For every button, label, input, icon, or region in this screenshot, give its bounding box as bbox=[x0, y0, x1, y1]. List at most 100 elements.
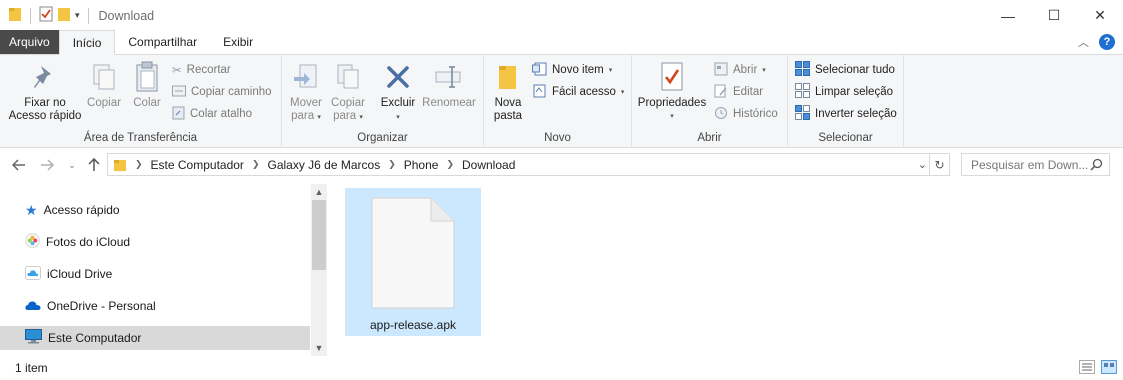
copy-path-button[interactable]: Copiar caminho bbox=[172, 82, 272, 102]
up-arrow-icon[interactable] bbox=[85, 156, 103, 174]
paste-shortcut-icon bbox=[172, 106, 185, 123]
new-folder-button[interactable]: Nova pasta bbox=[488, 59, 528, 123]
breadcrumb-galaxy[interactable]: Galaxy J6 de Marcos bbox=[267, 158, 380, 172]
navigation-bar: ⌄ ❯ Este Computador ❯ Galaxy J6 de Marco… bbox=[0, 148, 1123, 184]
delete-x-icon bbox=[385, 59, 411, 95]
file-icon bbox=[371, 197, 455, 312]
open-group-label: Abrir bbox=[697, 132, 722, 144]
breadcrumb-download[interactable]: Download bbox=[462, 158, 515, 172]
select-group-label: Selecionar bbox=[818, 132, 873, 144]
file-list: app-release.apk bbox=[328, 184, 1123, 356]
onedrive-icon bbox=[25, 299, 41, 314]
history-button[interactable]: Histórico bbox=[714, 104, 778, 124]
tab-arquivo[interactable]: Arquivo bbox=[0, 30, 59, 54]
breadcrumb-phone[interactable]: Phone bbox=[404, 158, 439, 172]
search-input[interactable]: Pesquisar em Down... bbox=[971, 158, 1088, 172]
move-to-button[interactable]: Mover para ▾ bbox=[286, 59, 326, 124]
scroll-up-icon[interactable]: ▲ bbox=[311, 184, 327, 200]
new-group-label: Novo bbox=[544, 132, 571, 144]
delete-button[interactable]: Excluir ▾ bbox=[378, 59, 418, 124]
tab-exibir[interactable]: Exibir bbox=[210, 30, 266, 54]
cut-button[interactable]: ✂ Recortar bbox=[172, 60, 231, 80]
minimize-button[interactable]: — bbox=[985, 0, 1031, 31]
copy-to-icon bbox=[334, 59, 362, 95]
paste-button[interactable]: Colar bbox=[128, 59, 166, 110]
new-item-button[interactable]: Novo item ▾ bbox=[532, 60, 612, 80]
copy-path-icon bbox=[172, 85, 186, 100]
copy-button[interactable]: Copiar bbox=[85, 59, 123, 110]
window-controls: — ☐ ✕ bbox=[985, 0, 1123, 31]
nav-item-quick-access[interactable]: ★ Acesso rápido bbox=[0, 198, 310, 222]
nav-item-icloud-drive[interactable]: iCloud Drive bbox=[0, 262, 310, 286]
select-none-icon bbox=[795, 83, 810, 101]
edit-button[interactable]: Editar bbox=[714, 82, 763, 102]
folder-icon bbox=[8, 6, 22, 25]
copy-to-button[interactable]: Copiar para ▾ bbox=[328, 59, 368, 124]
paste-icon bbox=[134, 59, 160, 95]
computer-icon bbox=[25, 329, 42, 347]
file-item[interactable]: app-release.apk bbox=[345, 188, 481, 336]
paste-shortcut-button[interactable]: Colar atalho bbox=[172, 104, 252, 124]
open-button[interactable]: Abrir ▾ bbox=[714, 60, 766, 80]
quick-access-toolbar: ▾ bbox=[0, 6, 93, 25]
close-button[interactable]: ✕ bbox=[1077, 0, 1123, 31]
invert-selection-button[interactable]: Inverter seleção bbox=[795, 104, 897, 124]
new-folder-icon bbox=[496, 59, 520, 95]
back-arrow-icon[interactable] bbox=[10, 156, 28, 174]
help-icon[interactable]: ? bbox=[1099, 34, 1115, 50]
open-group: Propriedades ▾ Abrir ▾ Editar Histórico … bbox=[632, 55, 788, 148]
large-icons-view-icon[interactable] bbox=[1101, 360, 1117, 377]
invert-selection-icon bbox=[795, 105, 810, 123]
nav-item-onedrive[interactable]: OneDrive - Personal bbox=[0, 294, 310, 318]
recent-locations-chevron-icon[interactable]: ⌄ bbox=[63, 156, 81, 174]
pin-icon bbox=[31, 59, 59, 95]
folder-icon bbox=[113, 158, 127, 172]
item-count: 1 item bbox=[15, 361, 48, 375]
details-view-icon[interactable] bbox=[1079, 360, 1095, 377]
select-all-icon bbox=[795, 61, 810, 79]
new-item-icon bbox=[532, 62, 547, 79]
properties-button[interactable]: Propriedades ▾ bbox=[636, 59, 708, 123]
maximize-button[interactable]: ☐ bbox=[1031, 0, 1077, 31]
photos-icon bbox=[25, 233, 40, 251]
history-icon bbox=[714, 106, 728, 123]
pin-quick-access-button[interactable]: Fixar no Acesso rápido bbox=[6, 59, 84, 123]
ribbon-tabs: Arquivo Início Compartilhar Exibir ︿ ? bbox=[0, 30, 1123, 55]
easy-access-icon bbox=[532, 84, 547, 101]
tab-compartilhar[interactable]: Compartilhar bbox=[115, 30, 210, 54]
address-bar[interactable]: ❯ Este Computador ❯ Galaxy J6 de Marcos … bbox=[107, 153, 950, 176]
nav-item-this-pc[interactable]: Este Computador bbox=[0, 326, 310, 350]
customize-qat-icon[interactable]: ▾ bbox=[75, 10, 80, 21]
scroll-thumb[interactable] bbox=[312, 200, 326, 270]
open-icon bbox=[714, 62, 728, 79]
scroll-down-icon[interactable]: ▼ bbox=[311, 340, 327, 356]
scissors-icon: ✂ bbox=[172, 65, 182, 77]
forward-arrow-icon[interactable] bbox=[38, 156, 56, 174]
move-to-icon bbox=[292, 59, 320, 95]
breadcrumb-este-computador[interactable]: Este Computador bbox=[151, 158, 244, 172]
clipboard-group-label: Área de Transferência bbox=[83, 132, 198, 144]
cloud-icon bbox=[25, 265, 41, 283]
select-none-button[interactable]: Limpar seleção bbox=[795, 82, 893, 102]
edit-icon bbox=[714, 84, 728, 101]
select-all-button[interactable]: Selecionar tudo bbox=[795, 60, 895, 80]
new-folder-qat-icon[interactable] bbox=[57, 6, 71, 25]
navigation-scrollbar[interactable]: ▲ ▼ bbox=[311, 184, 327, 356]
organize-group-label: Organizar bbox=[357, 132, 408, 144]
properties-qat-icon[interactable] bbox=[39, 6, 53, 25]
refresh-icon[interactable]: ↻ bbox=[929, 154, 949, 175]
status-bar: 1 item bbox=[0, 356, 1123, 380]
tab-inicio[interactable]: Início bbox=[58, 30, 116, 55]
search-box[interactable]: Pesquisar em Down... bbox=[961, 153, 1110, 176]
select-group: Selecionar tudo Limpar seleção Inverter … bbox=[788, 55, 904, 148]
collapse-ribbon-icon[interactable]: ︿ bbox=[1078, 34, 1089, 50]
address-dropdown-icon[interactable]: ⌄ bbox=[918, 158, 927, 171]
ribbon: Fixar no Acesso rápido Copiar Colar ✂ Re… bbox=[0, 55, 1123, 148]
organize-group: Mover para ▾ Copiar para ▾ Excluir ▾ Ren… bbox=[282, 55, 484, 148]
window-title: Download bbox=[98, 8, 155, 23]
copy-icon bbox=[91, 59, 117, 95]
easy-access-button[interactable]: Fácil acesso ▾ bbox=[532, 82, 624, 102]
nav-item-icloud-photos[interactable]: Fotos do iCloud bbox=[0, 230, 310, 254]
clipboard-group: Fixar no Acesso rápido Copiar Colar ✂ Re… bbox=[0, 55, 282, 148]
rename-button[interactable]: Renomear bbox=[420, 59, 478, 110]
